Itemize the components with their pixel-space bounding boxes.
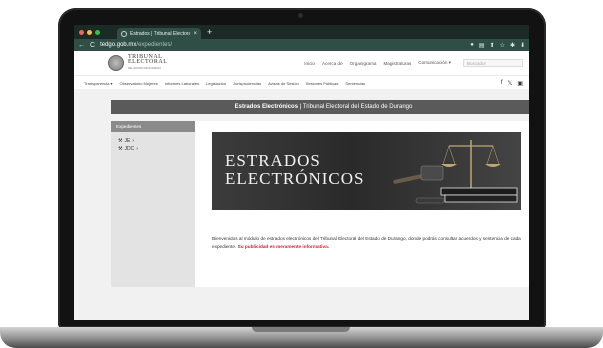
url-host: tedgo.gob.mx: [100, 42, 137, 48]
toolbar-icons: ● ▤ ⬆ ☆ ✱ ⬇: [470, 42, 525, 49]
hero-line2: ELECTRÓNICOS: [225, 169, 365, 188]
reload-button[interactable]: C: [90, 42, 95, 49]
profile-icon[interactable]: ●: [470, 42, 474, 49]
screen: Estrados | Tribunal Electoral × + ← C te…: [74, 25, 529, 320]
page-body: Estrados Electrónicos | Tribunal Elector…: [74, 89, 529, 320]
subnav-transparencia[interactable]: Transparencia ▾: [84, 81, 113, 86]
hero-line1: ESTRADOS: [225, 151, 321, 170]
sidebar-item-label: JDC: [124, 146, 135, 152]
nav-magistraturas[interactable]: Magistraturas: [383, 61, 411, 66]
back-button[interactable]: ←: [78, 42, 85, 49]
twitter-icon[interactable]: 𝕏: [507, 80, 512, 87]
subnav-sesiones[interactable]: Sesiones Públicas: [306, 81, 339, 86]
gavel-icon: ⚒: [118, 138, 123, 144]
nav-comunicacion[interactable]: Comunicación ▾: [418, 60, 451, 66]
chevron-right-icon: ›: [132, 138, 134, 144]
maximize-window-button[interactable]: [95, 29, 100, 35]
main-content: ESTRADOS ELECTRÓNICOS Bienvenidos al mód…: [195, 121, 529, 287]
laptop-notch: [252, 327, 350, 332]
court-seal-logo[interactable]: [108, 55, 124, 71]
secondary-nav: Transparencia ▾ Observatorio Mujeres Inf…: [74, 75, 529, 90]
tab-title: Estrados | Tribunal Electoral: [130, 30, 191, 37]
logo-line3: DEL ESTADO DE DURANGO: [128, 67, 162, 70]
globe-icon: [121, 30, 127, 37]
new-tab-button[interactable]: +: [207, 27, 212, 37]
main-nav: Inicio Acerca de Organigrama Magistratur…: [304, 59, 523, 67]
site-header: TRIBUNAL ELECTORAL DEL ESTADO DE DURANGO…: [74, 51, 529, 75]
hero-title: ESTRADOS ELECTRÓNICOS: [225, 152, 365, 188]
subnav-observatorio[interactable]: Observatorio Mujeres: [120, 81, 158, 86]
page-title-rest: | Tribunal Electoral del Estado de Duran…: [298, 104, 413, 110]
intro-text: Bienvenidos al módulo de estrados electr…: [212, 235, 527, 251]
browser-tab-bar: Estrados | Tribunal Electoral × +: [74, 25, 529, 39]
page-title-bar: Estrados Electrónicos | Tribunal Elector…: [111, 100, 529, 114]
sidebar-item-je[interactable]: ⚒ JE ›: [111, 136, 195, 144]
chevron-right-icon: ›: [136, 146, 138, 152]
address-bar[interactable]: tedgo.gob.mx/expedientes/: [100, 41, 465, 50]
bookmark-star-icon[interactable]: ☆: [500, 42, 505, 49]
youtube-icon[interactable]: ▣: [517, 80, 523, 87]
subnav-informes[interactable]: Informes Laborales: [165, 81, 199, 86]
translate-icon[interactable]: ▤: [479, 42, 485, 49]
browser-tab[interactable]: Estrados | Tribunal Electoral ×: [117, 28, 201, 39]
facebook-icon[interactable]: f: [501, 80, 503, 87]
sidebar-item-label: JE: [124, 138, 131, 144]
subnav-jurisprudencias[interactable]: Jurisprudencias: [233, 81, 261, 86]
url-text: tedgo.gob.mx/expedientes/: [100, 42, 172, 48]
nav-acerca-de[interactable]: Acerca de: [322, 61, 343, 66]
camera: [298, 13, 303, 18]
extensions-icon[interactable]: ✱: [510, 42, 515, 49]
close-window-button[interactable]: [79, 29, 84, 35]
url-path: /expedientes/: [136, 42, 173, 48]
sidebar: Expedientes ⚒ JE › ⚒ JDC ›: [111, 121, 195, 287]
subnav-avisos[interactable]: Avisos de Sesión: [268, 81, 299, 86]
logo-line2: ELECTORAL: [128, 59, 168, 65]
sidebar-header: Expedientes: [111, 121, 195, 132]
minimize-window-button[interactable]: [87, 29, 92, 35]
intro-highlight: Su publicidad es meramente informativa.: [237, 244, 329, 249]
page-title: Estrados Electrónicos: [234, 104, 299, 110]
nav-organigrama[interactable]: Organigrama: [350, 61, 377, 66]
scales-and-gavel-illustration: [393, 140, 518, 204]
sidebar-item-jdc[interactable]: ⚒ JDC ›: [111, 144, 195, 152]
subnav-legislacion[interactable]: Legislación: [206, 81, 226, 86]
nav-inicio[interactable]: Inicio: [304, 61, 315, 66]
site-logo-text[interactable]: TRIBUNAL ELECTORAL DEL ESTADO DE DURANGO: [128, 54, 168, 71]
browser-toolbar: ← C tedgo.gob.mx/expedientes/ ● ▤ ⬆ ☆ ✱ …: [74, 39, 529, 51]
hero-banner: ESTRADOS ELECTRÓNICOS: [212, 132, 521, 210]
search-input[interactable]: Buscador: [463, 59, 523, 67]
subnav-sentencias[interactable]: Sentencias: [345, 81, 365, 86]
gavel-icon: ⚒: [118, 146, 123, 152]
share-icon[interactable]: ⬆: [490, 42, 495, 49]
download-icon[interactable]: ⬇: [520, 42, 525, 49]
social-links: f 𝕏 ▣: [501, 80, 523, 87]
close-tab-icon[interactable]: ×: [193, 31, 197, 37]
